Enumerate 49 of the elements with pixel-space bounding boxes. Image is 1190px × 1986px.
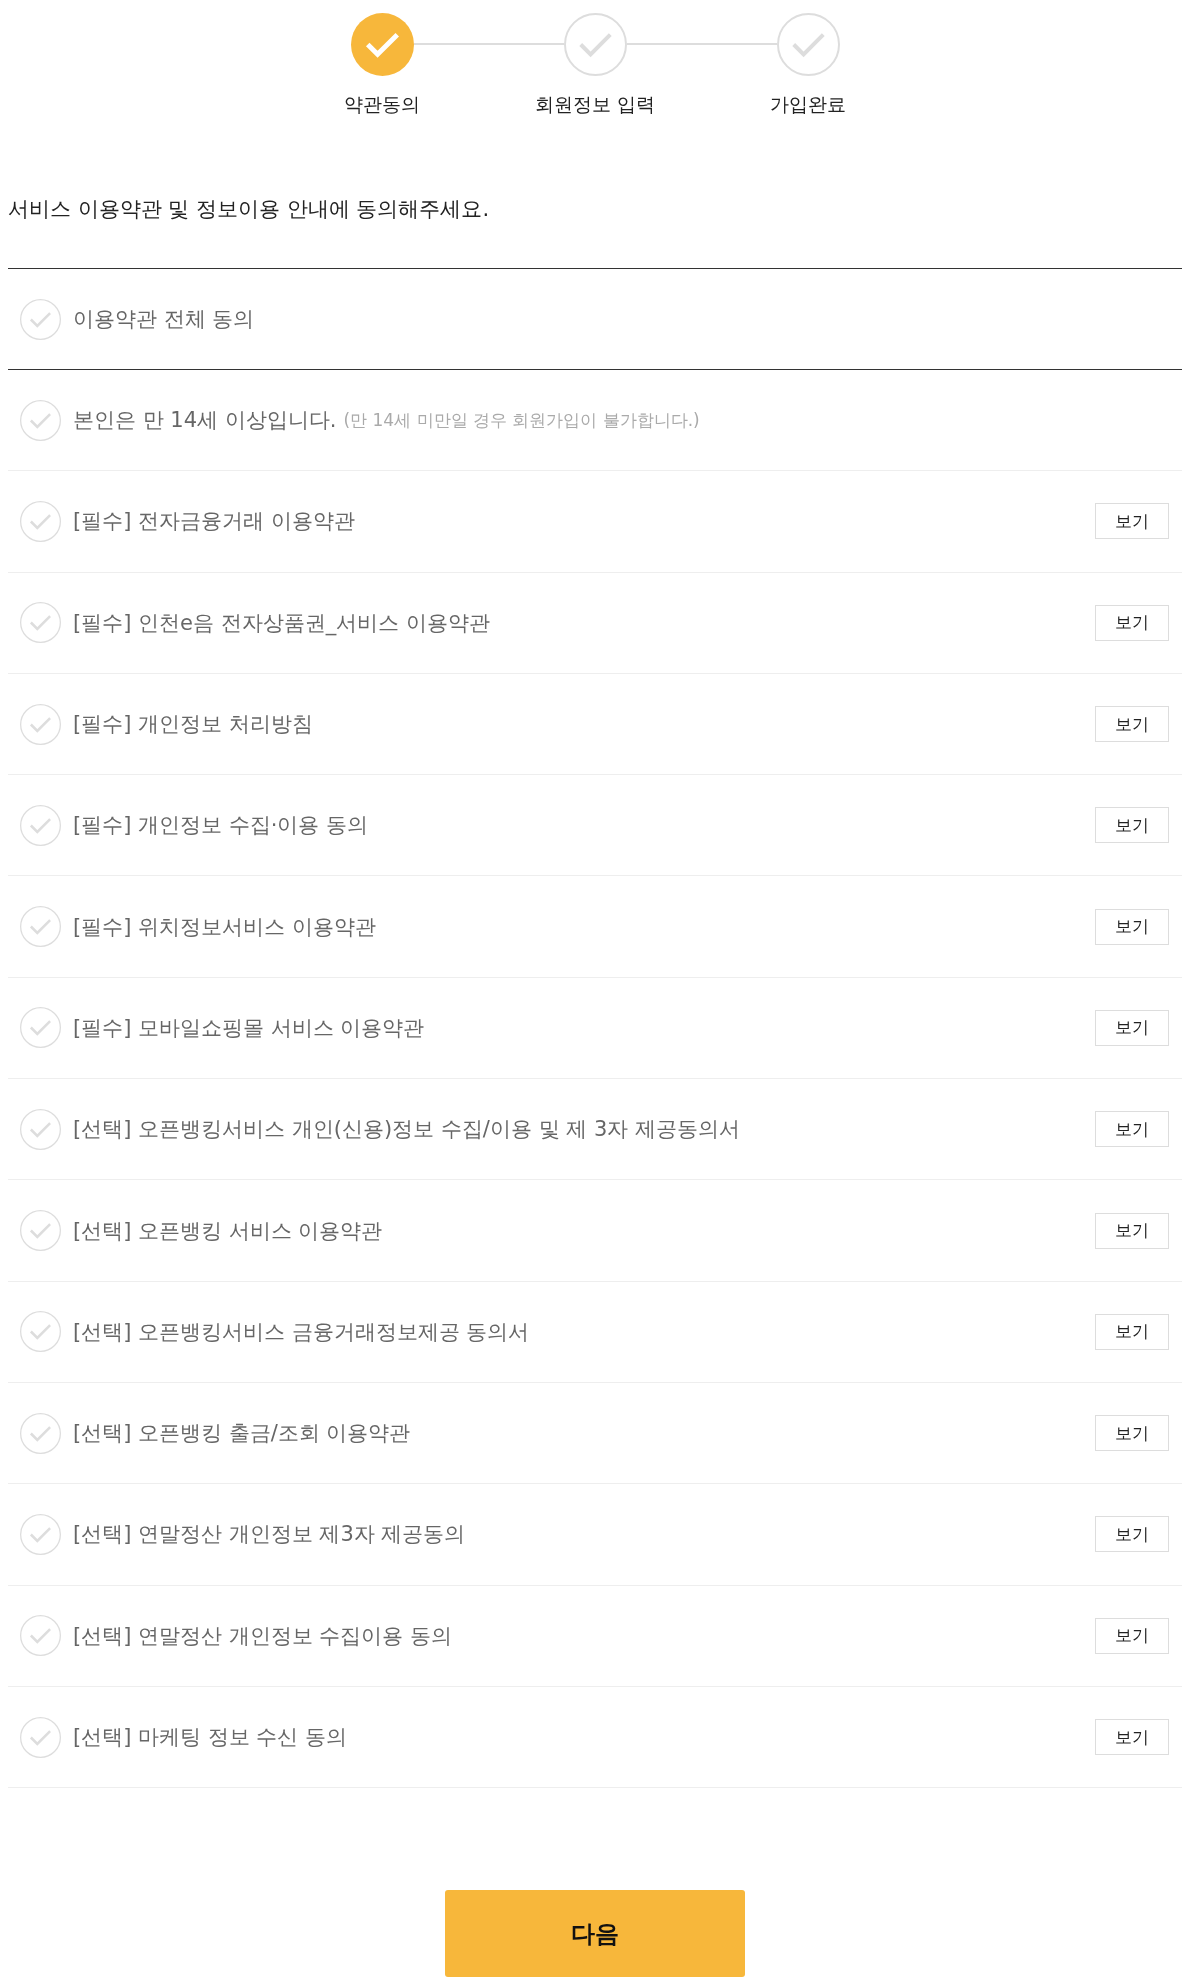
checkbox[interactable] bbox=[20, 703, 61, 745]
term-label[interactable]: [선택] 연말정산 개인정보 수집이용 동의 bbox=[73, 1620, 453, 1651]
checkbox[interactable] bbox=[20, 906, 61, 948]
checkbox[interactable] bbox=[20, 500, 61, 542]
step-label: 회원정보 입력 bbox=[535, 92, 656, 116]
term-label[interactable]: [필수] 개인정보 수집·이용 동의 bbox=[73, 810, 369, 841]
view-button[interactable]: 보기 bbox=[1095, 1111, 1169, 1148]
checkbox[interactable] bbox=[20, 1513, 61, 1555]
checkbox[interactable] bbox=[20, 1108, 61, 1150]
step-label: 가입완료 bbox=[770, 92, 846, 116]
view-button[interactable]: 보기 bbox=[1095, 706, 1169, 743]
term-label[interactable]: [선택] 오픈뱅킹서비스 금융거래정보제공 동의서 bbox=[73, 1316, 530, 1347]
view-button[interactable]: 보기 bbox=[1095, 1212, 1169, 1249]
checkbox[interactable] bbox=[20, 399, 61, 441]
checkbox[interactable] bbox=[20, 1311, 61, 1353]
instruction-text: 서비스 이용약관 및 정보이용 안내에 동의해주세요. bbox=[8, 196, 491, 223]
term-label[interactable]: [필수] 전자금융거래 이용약관 bbox=[73, 506, 355, 537]
step-label: 약관동의 bbox=[344, 92, 420, 116]
checkbox[interactable] bbox=[20, 298, 61, 340]
term-label[interactable]: 본인은 만 14세 이상입니다. bbox=[73, 405, 337, 436]
view-button[interactable]: 보기 bbox=[1095, 1009, 1169, 1046]
checkbox[interactable] bbox=[20, 602, 61, 644]
term-note: (만 14세 미만일 경우 회원가입이 불가합니다.) bbox=[343, 409, 700, 433]
term-label[interactable]: [선택] 오픈뱅킹서비스 개인(신용)정보 수집/이용 및 제 3자 제공동의서 bbox=[73, 1114, 740, 1145]
checkbox[interactable] bbox=[20, 1007, 61, 1049]
term-label[interactable]: [선택] 오픈뱅킹 출금/조회 이용약관 bbox=[73, 1418, 411, 1449]
term-label[interactable]: [선택] 오픈뱅킹 서비스 이용약관 bbox=[73, 1215, 383, 1246]
view-button[interactable]: 보기 bbox=[1095, 1415, 1169, 1452]
view-button[interactable]: 보기 bbox=[1095, 1313, 1169, 1350]
view-button[interactable]: 보기 bbox=[1095, 1617, 1169, 1654]
checkbox[interactable] bbox=[20, 804, 61, 846]
term-label[interactable]: [선택] 마케팅 정보 수신 동의 bbox=[73, 1722, 348, 1752]
agree-all-label[interactable]: 이용약관 전체 동의 bbox=[73, 304, 255, 334]
checkbox[interactable] bbox=[20, 1716, 61, 1758]
checkbox[interactable] bbox=[20, 1615, 61, 1657]
view-button[interactable]: 보기 bbox=[1095, 807, 1169, 844]
view-button[interactable]: 보기 bbox=[1095, 908, 1169, 945]
checkbox[interactable] bbox=[20, 1412, 61, 1454]
view-button[interactable]: 보기 bbox=[1095, 604, 1169, 641]
term-label[interactable]: [필수] 위치정보서비스 이용약관 bbox=[73, 911, 376, 942]
term-label[interactable]: [필수] 개인정보 처리방침 bbox=[73, 709, 313, 740]
term-label[interactable]: [필수] 모바일쇼핑몰 서비스 이용약관 bbox=[73, 1012, 425, 1043]
next-button[interactable]: 다음 bbox=[445, 1890, 745, 1978]
term-label[interactable]: [필수] 인천e음 전자상품권_서비스 이용약관 bbox=[73, 607, 490, 638]
checkbox[interactable] bbox=[20, 1210, 61, 1251]
view-button[interactable]: 보기 bbox=[1095, 1719, 1169, 1755]
view-button[interactable]: 보기 bbox=[1095, 1516, 1169, 1553]
term-label[interactable]: [선택] 연말정산 개인정보 제3자 제공동의 bbox=[73, 1519, 466, 1550]
view-button[interactable]: 보기 bbox=[1095, 503, 1169, 540]
